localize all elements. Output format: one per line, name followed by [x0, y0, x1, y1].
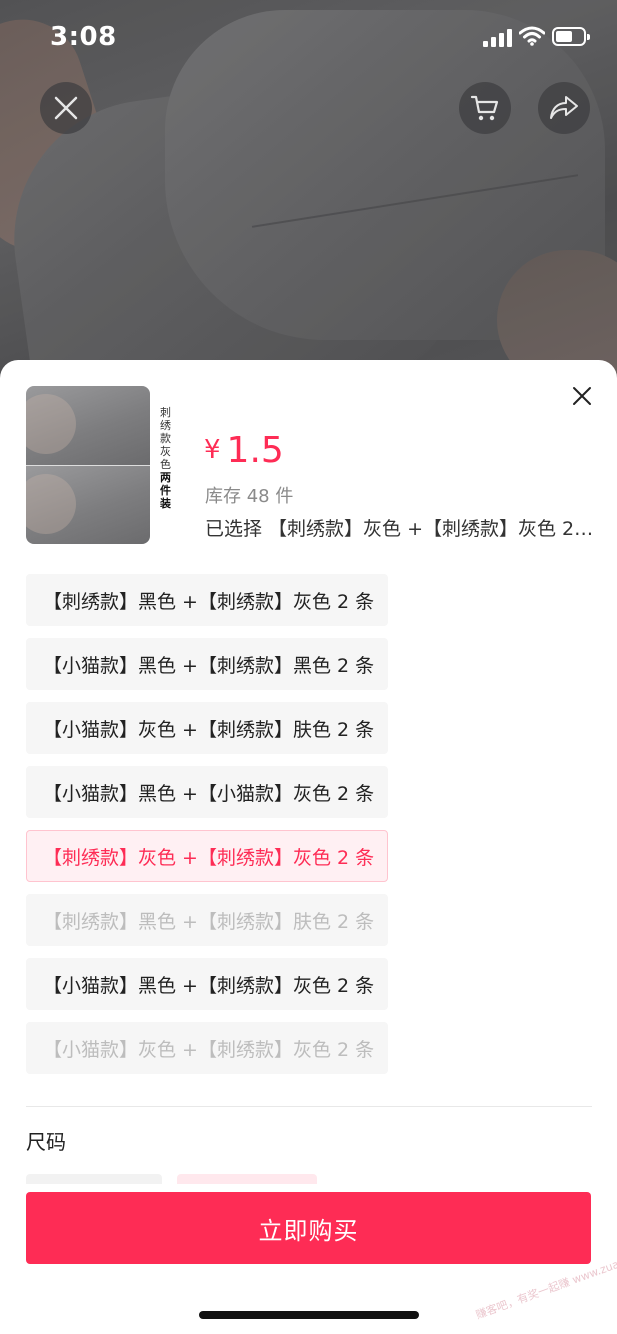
variant-option-disabled: 【刺绣款】黑色 +【刺绣款】肤色 2 条	[26, 894, 388, 946]
status-time: 3:08	[50, 22, 117, 52]
sku-sheet: 刺 绣 款 灰 色 两 件 装 ¥1.5 库存 48 件 已选择 【刺绣款】灰色…	[0, 360, 617, 1334]
variant-option[interactable]: 【小猫款】灰色 +【刺绣款】肤色 2 条	[26, 702, 388, 754]
cart-icon	[470, 95, 499, 121]
product-thumbnail[interactable]	[26, 386, 150, 544]
thumbnail-photo-bottom	[26, 465, 150, 544]
variant-option[interactable]: 【小猫款】黑色 +【刺绣款】黑色 2 条	[26, 638, 388, 690]
size-section-title: 尺码	[26, 1130, 66, 1154]
price-value: 1.5	[226, 430, 284, 471]
close-button[interactable]	[40, 82, 92, 134]
close-icon	[573, 387, 591, 405]
price-currency: ¥	[204, 435, 221, 465]
share-icon	[550, 96, 578, 119]
battery-icon	[552, 27, 590, 46]
status-bar: 3:08	[0, 0, 617, 80]
thumbnail-caption: 刺 绣 款 灰 色 两 件 装	[160, 406, 171, 510]
variant-option-selected[interactable]: 【刺绣款】灰色 +【刺绣款】灰色 2 条	[26, 830, 388, 882]
signal-icon	[483, 29, 512, 47]
variant-option[interactable]: 【小猫款】黑色 +【刺绣款】灰色 2 条	[26, 958, 388, 1010]
stock-count: 库存 48 件	[205, 486, 294, 507]
variant-option[interactable]: 【刺绣款】黑色 +【刺绣款】灰色 2 条	[26, 574, 388, 626]
section-divider	[26, 1106, 592, 1107]
size-option-selected[interactable]	[177, 1174, 317, 1184]
variant-options: 【刺绣款】黑色 +【刺绣款】灰色 2 条 【小猫款】黑色 +【刺绣款】黑色 2 …	[26, 574, 388, 1086]
close-icon	[54, 96, 78, 120]
thumbnail-photo-top	[26, 386, 150, 465]
variant-option[interactable]: 【小猫款】黑色 +【小猫款】灰色 2 条	[26, 766, 388, 818]
variant-option-disabled: 【小猫款】灰色 +【刺绣款】灰色 2 条	[26, 1022, 388, 1074]
size-option[interactable]	[26, 1174, 162, 1184]
cart-button[interactable]	[459, 82, 511, 134]
share-button[interactable]	[538, 82, 590, 134]
buy-now-button[interactable]: 立即购买	[26, 1192, 591, 1264]
wifi-icon	[519, 26, 545, 46]
selected-variant: 已选择 【刺绣款】灰色 +【刺绣款】灰色 2 条	[205, 518, 595, 540]
price: ¥1.5	[204, 430, 284, 471]
sheet-close-button[interactable]	[566, 380, 598, 412]
home-indicator	[199, 1311, 419, 1319]
